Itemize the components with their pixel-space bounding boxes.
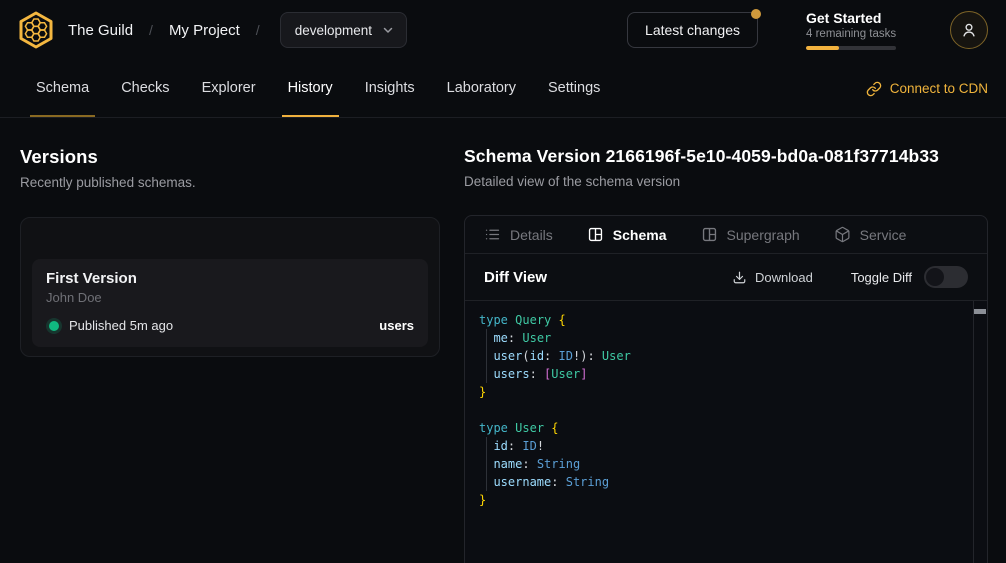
latest-changes-label: Latest changes bbox=[645, 22, 740, 38]
code-lines: type Query { me: User user(id: ID!): Use… bbox=[479, 311, 971, 509]
columns-icon bbox=[587, 226, 604, 243]
user-avatar[interactable] bbox=[950, 11, 988, 49]
project-nav: Schema Checks Explorer History Insights … bbox=[0, 60, 1006, 118]
download-icon bbox=[732, 270, 747, 285]
version-status-text: Published 5m ago bbox=[69, 318, 173, 333]
tab-checks[interactable]: Checks bbox=[115, 60, 175, 117]
breadcrumb-org[interactable]: The Guild bbox=[68, 22, 133, 39]
code-line: users: [User] bbox=[479, 365, 971, 383]
connect-to-cdn-link[interactable]: Connect to CDN bbox=[866, 60, 988, 117]
breadcrumb: The Guild / My Project / bbox=[68, 22, 260, 39]
toggle-diff-label: Toggle Diff bbox=[851, 270, 912, 285]
code-line bbox=[479, 401, 971, 419]
scrollbar-thumb[interactable] bbox=[974, 309, 986, 314]
get-started-title: Get Started bbox=[806, 10, 898, 26]
code-line: type User { bbox=[479, 419, 971, 437]
tab-explorer[interactable]: Explorer bbox=[196, 60, 262, 117]
version-list-item[interactable]: First Version John Doe Published 5m ago … bbox=[32, 259, 428, 347]
get-started-subtitle: 4 remaining tasks bbox=[806, 28, 898, 40]
main-content: Versions Recently published schemas. Fir… bbox=[0, 118, 1006, 563]
notification-dot bbox=[751, 9, 761, 19]
version-name: First Version bbox=[46, 270, 414, 287]
indent-guide bbox=[486, 329, 487, 383]
detail-tab-supergraph[interactable]: Supergraph bbox=[701, 226, 800, 243]
tab-settings[interactable]: Settings bbox=[542, 60, 606, 117]
versions-title: Versions bbox=[20, 146, 440, 168]
tab-schema[interactable]: Schema bbox=[30, 60, 95, 117]
version-status-row: Published 5m ago users bbox=[46, 318, 414, 333]
top-header: The Guild / My Project / development Lat… bbox=[0, 0, 1006, 60]
code-line: id: ID! bbox=[479, 437, 971, 455]
indent-guide bbox=[486, 437, 487, 491]
service-tag: users bbox=[379, 318, 414, 333]
detail-tab-service[interactable]: Service bbox=[834, 226, 907, 243]
code-line: name: String bbox=[479, 455, 971, 473]
diff-view-title: Diff View bbox=[484, 269, 547, 286]
cube-icon bbox=[834, 226, 851, 243]
detail-tabs: Details Schema Supergraph bbox=[465, 216, 987, 254]
hive-logo-icon[interactable] bbox=[16, 10, 56, 50]
target-dropdown-value: development bbox=[295, 23, 372, 38]
version-detail-title: Schema Version 2166196f-5e10-4059-bd0a-0… bbox=[464, 146, 988, 167]
published-status-dot bbox=[49, 321, 59, 331]
nav-tabs: Schema Checks Explorer History Insights … bbox=[30, 60, 606, 117]
download-label: Download bbox=[755, 270, 813, 285]
latest-changes-button[interactable]: Latest changes bbox=[627, 12, 758, 48]
version-detail-subtitle: Detailed view of the schema version bbox=[464, 174, 988, 189]
columns-icon bbox=[701, 226, 718, 243]
get-started-progress-fill bbox=[806, 46, 839, 50]
target-dropdown[interactable]: development bbox=[280, 12, 407, 48]
link-icon bbox=[866, 81, 882, 97]
detail-tab-schema[interactable]: Schema bbox=[587, 226, 667, 243]
tab-insights[interactable]: Insights bbox=[359, 60, 421, 117]
code-line: me: User bbox=[479, 329, 971, 347]
breadcrumb-separator: / bbox=[256, 22, 260, 38]
tab-laboratory[interactable]: Laboratory bbox=[441, 60, 522, 117]
breadcrumb-separator: / bbox=[149, 22, 153, 38]
chevron-down-icon bbox=[382, 24, 394, 36]
connect-to-cdn-label: Connect to CDN bbox=[890, 81, 988, 96]
schema-code-viewer[interactable]: type Query { me: User user(id: ID!): Use… bbox=[465, 300, 987, 563]
detail-tab-details[interactable]: Details bbox=[484, 226, 553, 243]
version-author: John Doe bbox=[46, 290, 414, 305]
tab-history[interactable]: History bbox=[282, 60, 339, 117]
version-detail-panel: Schema Version 2166196f-5e10-4059-bd0a-0… bbox=[464, 146, 988, 563]
code-line: user(id: ID!): User bbox=[479, 347, 971, 365]
get-started-widget[interactable]: Get Started 4 remaining tasks bbox=[806, 10, 898, 50]
get-started-progress-track bbox=[806, 46, 896, 50]
code-line: } bbox=[479, 491, 971, 509]
download-button[interactable]: Download bbox=[732, 270, 813, 285]
toggle-diff-switch[interactable] bbox=[924, 266, 968, 288]
code-line: type Query { bbox=[479, 311, 971, 329]
toggle-knob bbox=[926, 268, 944, 286]
breadcrumb-project[interactable]: My Project bbox=[169, 22, 240, 39]
vertical-scrollbar[interactable] bbox=[973, 301, 987, 563]
versions-panel: Versions Recently published schemas. Fir… bbox=[20, 146, 440, 563]
diff-toolbar: Diff View Download Toggle Diff bbox=[465, 254, 987, 300]
code-line: username: String bbox=[479, 473, 971, 491]
list-icon bbox=[484, 226, 501, 243]
version-detail-box: Details Schema Supergraph bbox=[464, 215, 988, 563]
toggle-diff-control: Toggle Diff bbox=[851, 266, 968, 288]
person-icon bbox=[960, 21, 978, 39]
versions-list-card: First Version John Doe Published 5m ago … bbox=[20, 217, 440, 357]
versions-subtitle: Recently published schemas. bbox=[20, 175, 440, 190]
code-line: } bbox=[479, 383, 971, 401]
